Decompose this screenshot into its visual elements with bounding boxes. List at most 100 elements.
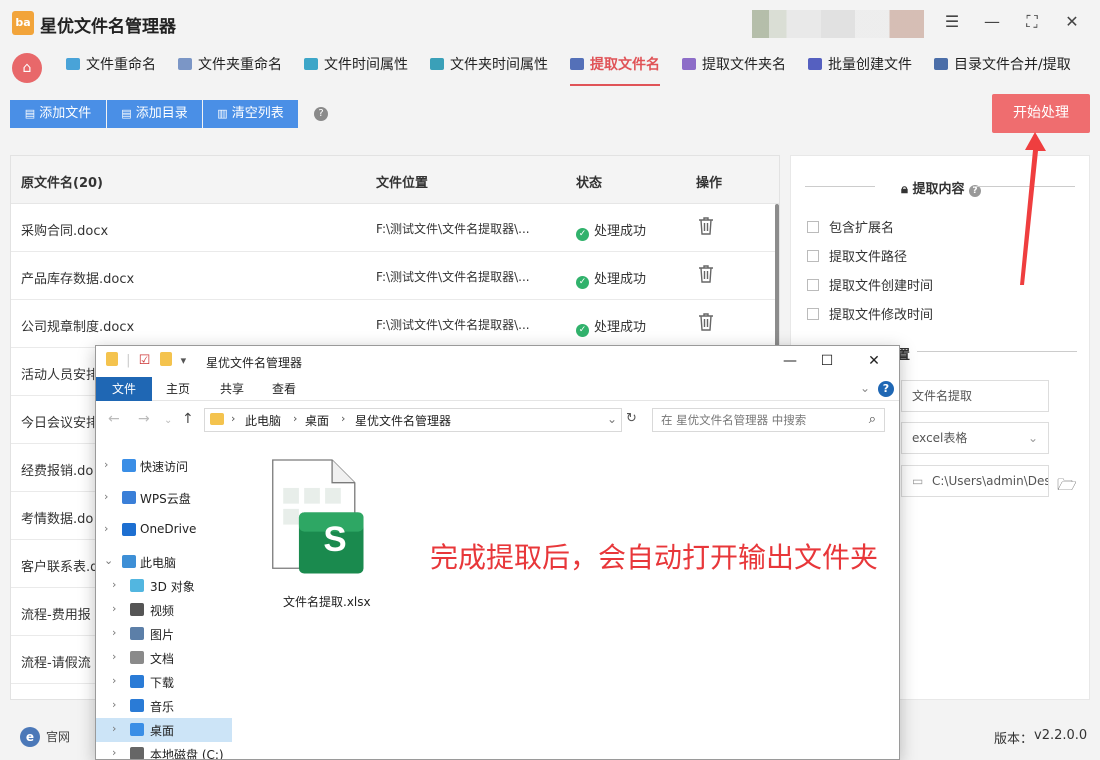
tab-extract-filename[interactable]: 提取文件名 (570, 46, 660, 86)
breadcrumb-item[interactable]: 此电脑 (245, 412, 281, 429)
chevron-right-icon[interactable]: › (112, 722, 116, 735)
option-include-extension[interactable]: 包含扩展名 (807, 217, 894, 236)
nav-item[interactable]: › 图片 (96, 622, 232, 646)
chevron-down-icon: ⌄ (1027, 431, 1038, 445)
quick-access-toolbar[interactable]: | ☑ ▾ (106, 352, 186, 368)
nav-item[interactable]: › 视频 (96, 598, 232, 622)
ribbon-tab-home[interactable]: 主页 (166, 377, 190, 401)
nav-item[interactable]: › 音乐 (96, 694, 232, 718)
tab-folder-time[interactable]: 文件夹时间属性 (430, 46, 548, 86)
chevron-right-icon[interactable]: › (112, 674, 116, 687)
checkbox[interactable] (807, 250, 819, 262)
address-dropdown-icon[interactable]: ⌄ (607, 412, 617, 426)
tab-batch-create[interactable]: 批量创建文件 (808, 46, 912, 86)
recent-locations-icon[interactable]: ⌄ (164, 415, 172, 426)
tab-icon (570, 58, 584, 70)
avatar[interactable] (752, 10, 924, 38)
nav-item[interactable]: › 文档 (96, 646, 232, 670)
nav-item[interactable]: › 桌面 (96, 718, 232, 742)
expand-ribbon-icon[interactable]: ⌄ (860, 381, 870, 395)
nav-item[interactable]: › WPS云盘 (96, 486, 232, 510)
tab-file-time[interactable]: 文件时间属性 (304, 46, 408, 86)
delete-icon[interactable] (697, 216, 715, 240)
output-filename-field[interactable]: 文件名提取 (901, 380, 1049, 412)
tab-merge-extract[interactable]: 目录文件合并/提取 (934, 46, 1071, 86)
tab-file-rename[interactable]: 文件重命名 (66, 46, 156, 86)
add-directory-button[interactable]: ▤ 添加目录 (107, 100, 202, 128)
nav-item[interactable]: › 本地磁盘 (C:) (96, 742, 232, 759)
onedrive-icon (122, 523, 136, 536)
close-icon[interactable]: ✕ (1060, 10, 1084, 34)
breadcrumb-item[interactable]: 星优文件名管理器 (355, 412, 451, 429)
search-input[interactable]: 在 星优文件名管理器 中搜索 ⌕ (652, 408, 885, 432)
checkbox[interactable] (807, 279, 819, 291)
maximize-icon[interactable]: ☐ (813, 350, 841, 372)
chevron-right-icon[interactable]: › (112, 626, 116, 639)
table-row[interactable]: 采购合同.docx F:\测试文件\文件名提取器\... ✓ 处理成功 (11, 204, 779, 252)
table-header: 原文件名(20) 文件位置 状态 操作 (11, 156, 779, 204)
option-extract-modified[interactable]: 提取文件修改时间 (807, 304, 933, 323)
tab-folder-rename[interactable]: 文件夹重命名 (178, 46, 282, 86)
minimize-icon[interactable]: — (776, 350, 804, 372)
nav-item[interactable]: › 下载 (96, 670, 232, 694)
checkbox[interactable] (807, 308, 819, 320)
help-icon[interactable]: ? (314, 107, 328, 121)
chevron-right-icon[interactable]: › (104, 458, 108, 471)
chevron-right-icon[interactable]: › (112, 746, 116, 759)
tab-icon (304, 58, 318, 70)
chevron-down-icon[interactable]: ⌄ (104, 554, 113, 567)
up-icon[interactable]: ↑ (182, 411, 194, 427)
table-row[interactable]: 公司规章制度.docx F:\测试文件\文件名提取器\... ✓ 处理成功 (11, 300, 779, 348)
close-icon[interactable]: ✕ (860, 350, 888, 372)
option-extract-path[interactable]: 提取文件路径 (807, 246, 907, 265)
help-icon[interactable]: ? (878, 381, 894, 397)
chevron-right-icon[interactable]: › (112, 602, 116, 615)
star-icon (122, 459, 136, 472)
file-name-cell: 今日会议安排 (21, 416, 100, 431)
ribbon-tab-file[interactable]: 文件 (96, 377, 152, 401)
settings-icon[interactable]: ☰ (940, 10, 964, 34)
refresh-icon[interactable]: ↻ (626, 411, 637, 426)
nav-item[interactable]: › OneDrive (96, 518, 232, 542)
status-cell: ✓ 处理成功 (576, 268, 646, 289)
ribbon-tab-share[interactable]: 共享 (220, 377, 244, 401)
delete-icon[interactable] (697, 264, 715, 288)
add-file-button[interactable]: ▤ 添加文件 (10, 100, 106, 128)
maximize-icon[interactable]: ⛶ (1020, 10, 1044, 34)
checkbox[interactable] (807, 221, 819, 233)
success-icon: ✓ (576, 228, 589, 241)
chevron-right-icon[interactable]: › (104, 490, 108, 503)
status-cell: ✓ 处理成功 (576, 316, 646, 337)
back-icon[interactable]: ← (108, 411, 120, 427)
address-bar[interactable]: › 此电脑 › 桌面 › 星优文件名管理器 ⌄ (204, 408, 622, 432)
nav-item[interactable]: ⌄ 此电脑 (96, 550, 232, 574)
nav-item[interactable]: › 3D 对象 (96, 574, 232, 598)
tab-extract-foldername[interactable]: 提取文件夹名 (682, 46, 786, 86)
breadcrumb-item[interactable]: 桌面 (305, 412, 329, 429)
option-extract-created[interactable]: 提取文件创建时间 (807, 275, 933, 294)
lock-icon: 🔒︎ (901, 182, 908, 197)
output-path-field[interactable]: ▭ C:\Users\admin\Des (901, 465, 1049, 497)
home-button[interactable]: ⌂ (12, 53, 42, 83)
delete-icon[interactable] (697, 312, 715, 336)
output-format-select[interactable]: excel表格 ⌄ (901, 422, 1049, 454)
table-row[interactable]: 产品库存数据.docx F:\测试文件\文件名提取器\... ✓ 处理成功 (11, 252, 779, 300)
version-label: 版本： (994, 732, 1034, 747)
website-link[interactable]: 官网 (46, 728, 70, 745)
customize-icon[interactable]: ▾ (181, 354, 187, 367)
forward-icon[interactable]: → (138, 411, 150, 427)
properties-icon[interactable]: ☑ (139, 353, 151, 368)
chevron-right-icon[interactable]: › (112, 578, 116, 591)
divider (973, 186, 1075, 187)
open-folder-icon[interactable]: 🗁 (1057, 474, 1077, 501)
ribbon-tab-view[interactable]: 查看 (272, 377, 296, 401)
start-button[interactable]: 开始处理 (992, 94, 1090, 133)
chevron-right-icon[interactable]: › (112, 698, 116, 711)
new-folder-icon[interactable] (160, 352, 173, 366)
minimize-icon[interactable]: — (980, 10, 1004, 34)
nav-item[interactable]: › 快速访问 (96, 454, 232, 478)
chevron-right-icon[interactable]: › (112, 650, 116, 663)
website-icon[interactable]: e (20, 727, 40, 747)
clear-list-button[interactable]: ▥ 清空列表 (203, 100, 298, 128)
chevron-right-icon[interactable]: › (104, 522, 108, 535)
